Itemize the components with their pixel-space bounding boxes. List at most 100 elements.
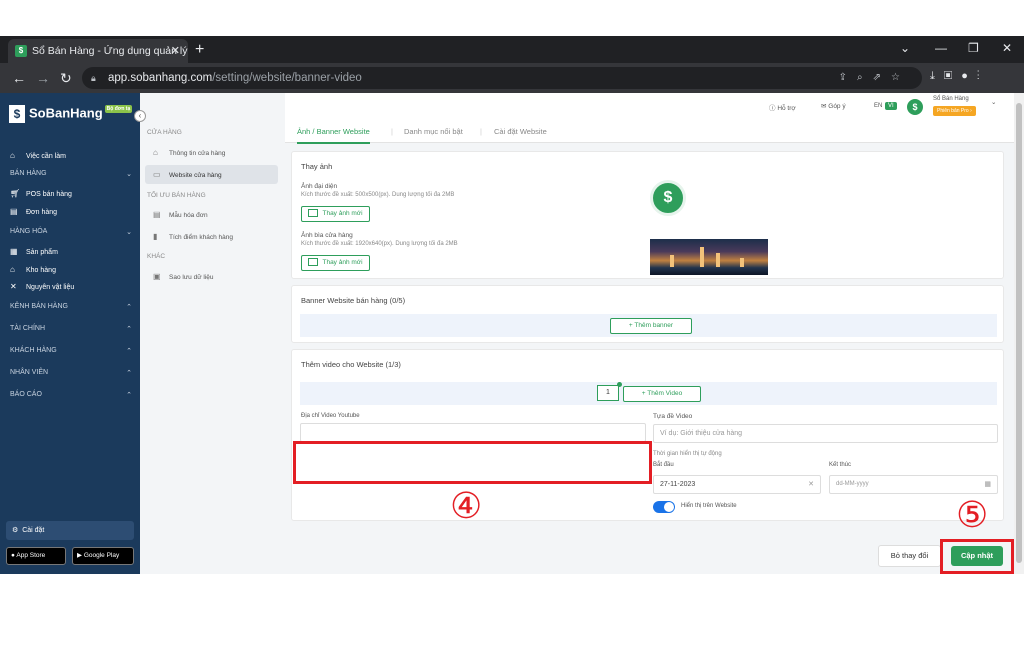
chevron-up-icon: ⌃ — [126, 326, 132, 333]
lock-icon: 🔒︎ — [91, 73, 96, 83]
logo-badge: Bộ đơn tạ — [104, 105, 133, 113]
highlight-step5-box — [940, 539, 1014, 574]
sidebar-section-staff[interactable]: NHÂN VIÊN ⌃ — [10, 369, 132, 377]
submenu-section-store: CỬA HÀNG — [147, 129, 182, 136]
images-card-title: Thay ảnh — [301, 162, 333, 171]
shop-cover-image — [650, 239, 768, 275]
tab-website-settings[interactable]: Cài đặt Website — [494, 127, 547, 136]
change-avatar-label: Thay ảnh mới — [322, 210, 363, 217]
sidebar-item-settings[interactable]: ⚙ Cài đặt — [6, 521, 134, 540]
section-label: TÀI CHÍNH — [10, 325, 45, 332]
google-play-button[interactable]: ▶ Google Play — [72, 547, 134, 565]
collapse-sidebar-icon[interactable]: ‹ — [134, 110, 146, 122]
sidebar-section-customers[interactable]: KHÁCH HÀNG ⌃ — [10, 347, 132, 355]
sidebar-item-products[interactable]: ▦ Sản phẩm — [10, 247, 58, 256]
sidebar-item-warehouse[interactable]: ⌂ Kho hàng — [10, 265, 56, 274]
reload-icon[interactable]: ↻ — [60, 69, 72, 87]
video-url-input[interactable] — [300, 423, 646, 442]
back-icon[interactable]: ← — [12, 69, 26, 87]
support-label: Hỗ trợ — [777, 105, 796, 112]
sidebar-section-channels[interactable]: KÊNH BÁN HÀNG ⌃ — [10, 303, 132, 311]
cart-icon: 🛒︎ — [10, 189, 21, 198]
page-scrollbar[interactable] — [1014, 93, 1024, 574]
calendar-icon[interactable]: ▦ — [984, 476, 991, 493]
sidebar-item-orders[interactable]: ▤ Đơn hàng — [10, 207, 57, 216]
change-cover-button[interactable]: Thay ảnh mới — [301, 255, 370, 271]
section-label: BÁN HÀNG — [10, 170, 47, 177]
banner-card-title: Banner Website bán hàng (0/5) — [301, 296, 406, 305]
section-label: HÀNG HÓA — [10, 228, 48, 235]
app-logo[interactable]: $ SoBanHang Bộ đơn tạ — [9, 105, 133, 123]
support-link[interactable]: ⓘ Hỗ trợ — [769, 102, 796, 112]
change-cover-label: Thay ảnh mới — [322, 259, 363, 266]
add-video-button[interactable]: + Thêm Video — [623, 386, 701, 402]
add-banner-button[interactable]: + Thêm banner — [610, 318, 692, 334]
scrollbar-thumb[interactable] — [1016, 103, 1022, 563]
browser-tab-title: Sổ Bán Hàng - Ứng dụng quản lý — [32, 45, 188, 57]
cover-image-detail — [670, 255, 674, 267]
sidebar-section-reports[interactable]: BÁO CÁO ⌃ — [10, 391, 132, 399]
chevron-up-icon: ⌃ — [126, 348, 132, 355]
tab-banner[interactable]: Ảnh / Banner Website — [297, 127, 370, 144]
sobanhang-favicon-icon: $ — [15, 45, 27, 57]
submenu-item-loyalty[interactable]: ▮ Tích điểm khách hàng — [145, 227, 278, 246]
app-topbar: ⓘ Hỗ trợ ✉ Góp ý EN VI $ Sổ Bán Hàng Phi… — [285, 93, 1015, 119]
video-title-input[interactable]: Ví dụ: Giới thiệu cửa hàng — [653, 424, 998, 443]
end-date-input[interactable]: dd-MM-yyyy ▦ — [829, 475, 998, 494]
feedback-link[interactable]: ✉ Góp ý — [821, 102, 846, 110]
tab-separator: | — [480, 127, 482, 136]
user-name[interactable]: Sổ Bán Hàng — [933, 96, 969, 102]
omnibox-action-icons[interactable]: ⇪⌕⇗☆ — [839, 67, 910, 89]
clear-date-icon[interactable]: ✕ — [808, 476, 814, 493]
step5-annotation: ⑤ — [956, 494, 989, 535]
lang-en-button[interactable]: EN — [871, 102, 885, 110]
forward-icon[interactable]: → — [36, 69, 50, 87]
video-index-button[interactable]: 1 — [597, 385, 619, 401]
chevron-up-icon: ⌃ — [126, 304, 132, 311]
settings-submenu: CỬA HÀNG ⌂ Thông tin cửa hàng ▭ Website cử… — [140, 93, 285, 574]
submenu-item-backup[interactable]: ▣ Sao lưu dữ liệu — [145, 267, 278, 286]
pro-plan-badge[interactable]: Phiên bản Pro › — [933, 106, 976, 116]
start-date-input[interactable]: 27-11-2023 ✕ — [653, 475, 821, 494]
app-store-button[interactable]: ● App Store — [6, 547, 66, 565]
sidebar-item-todo[interactable]: ⌂ Việc cần làm — [10, 151, 66, 160]
address-bar[interactable]: 🔒︎ app.sobanhang.com/setting/website/ban… — [82, 67, 922, 89]
show-on-website-toggle[interactable] — [653, 501, 675, 513]
change-avatar-button[interactable]: Thay ảnh mới — [301, 206, 370, 222]
browser-tab[interactable]: $ Sổ Bán Hàng - Ứng dụng quản lý ✕ — [8, 39, 188, 63]
window-close-icon[interactable]: ✕ — [1002, 41, 1012, 55]
sidebar-item-label: Việc cần làm — [26, 153, 66, 160]
discard-changes-button[interactable]: Bỏ thay đổi — [878, 545, 941, 567]
close-tab-icon[interactable]: ✕ — [171, 39, 180, 63]
cover-label: Ảnh bìa cửa hàng — [301, 232, 353, 239]
sidebar-section-sales[interactable]: BÁN HÀNG ⌄ — [10, 170, 132, 178]
sidebar-section-goods[interactable]: HÀNG HÓA ⌄ — [10, 228, 132, 236]
submenu-item-label: Mẫu hóa đơn — [169, 212, 208, 219]
help-icon: ⓘ — [769, 105, 776, 112]
user-menu-chevron-icon[interactable]: ⌄ — [991, 98, 996, 106]
lang-vi-button[interactable]: VI — [885, 102, 897, 110]
submenu-item-store-website[interactable]: ▭ Website cửa hàng — [145, 165, 278, 184]
end-date-label: Kết thúc — [829, 462, 852, 468]
submenu-item-label: Thông tin cửa hàng — [169, 150, 226, 157]
sidebar-item-pos[interactable]: 🛒︎ POS bán hàng — [10, 189, 72, 198]
cover-image-detail — [700, 247, 704, 267]
main-sidebar: $ SoBanHang Bộ đơn tạ ⌂ Việc cần làm BÁN HÀ… — [0, 93, 140, 574]
submenu-section-other: KHÁC — [147, 253, 166, 260]
submenu-item-store-info[interactable]: ⌂ Thông tin cửa hàng — [145, 143, 278, 162]
user-avatar[interactable]: $ — [905, 97, 925, 117]
cover-hint: Kích thước đề xuất: 1920x640(px). Dung l… — [301, 241, 458, 247]
new-tab-icon[interactable]: + — [195, 40, 204, 60]
schedule-label: Thời gian hiển thị tự động — [653, 451, 722, 457]
submenu-item-invoice-template[interactable]: ▤ Mẫu hóa đơn — [145, 205, 278, 224]
tab-featured[interactable]: Danh mục nổi bật — [404, 127, 463, 136]
minimize-icon[interactable]: — — [935, 41, 947, 55]
sidebar-item-materials[interactable]: ✕ Nguyên vật liệu — [10, 282, 74, 291]
sidebar-section-finance[interactable]: TÀI CHÍNH ⌃ — [10, 325, 132, 333]
show-on-website-label: Hiển thị trên Website — [681, 503, 737, 509]
tab-search-icon[interactable]: ⌄ — [900, 41, 910, 55]
browser-extension-icons[interactable]: ⤓▣●⋮ — [930, 70, 989, 83]
logo-mark-icon: $ — [9, 105, 25, 123]
restore-icon[interactable]: ❐ — [968, 41, 979, 55]
sidebar-item-label: Kho hàng — [26, 267, 56, 274]
